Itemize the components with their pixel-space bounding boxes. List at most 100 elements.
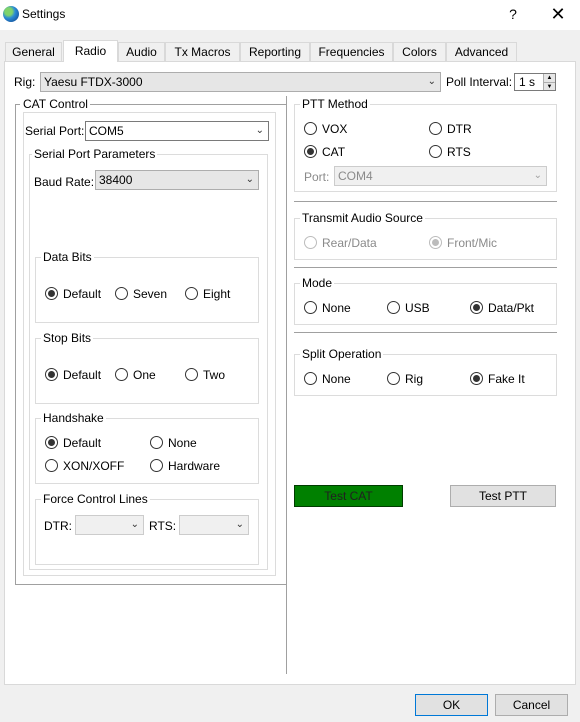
data-bits-default-radio[interactable] — [45, 287, 58, 300]
cancel-button[interactable]: Cancel — [495, 694, 568, 716]
cat-group-line — [15, 584, 286, 585]
handshake-none-label: None — [168, 436, 197, 450]
mode-none-label: None — [322, 301, 351, 315]
ptt-port-label: Port: — [304, 170, 330, 184]
stop-bits-one-radio[interactable] — [115, 368, 128, 381]
rig-select[interactable]: Yaesu FTDX-3000 ⌄ — [40, 72, 441, 92]
ok-button[interactable]: OK — [415, 694, 488, 716]
chevron-down-icon: ⌄ — [245, 174, 254, 185]
baud-rate-value: 38400 — [99, 173, 133, 187]
ptt-method-title: PTT Method — [300, 97, 370, 111]
mode-none-radio[interactable] — [304, 301, 317, 314]
ptt-cat-label: CAT — [322, 145, 346, 159]
tab-colors[interactable]: Colors — [393, 42, 446, 61]
data-bits-eight-label: Eight — [203, 287, 231, 301]
ptt-dtr-label: DTR — [447, 122, 472, 136]
handshake-group — [35, 418, 259, 484]
split-fake-it-label: Fake It — [488, 372, 525, 386]
chevron-down-icon: ⌄ — [235, 519, 244, 530]
serial-port-select[interactable]: COM5 ⌄ — [85, 121, 269, 141]
stop-bits-two-radio[interactable] — [185, 368, 198, 381]
split-none-label: None — [322, 372, 351, 386]
data-bits-eight-radio[interactable] — [185, 287, 198, 300]
serial-port-label: Serial Port: — [25, 124, 85, 138]
cat-group-line — [84, 104, 286, 105]
window-title: Settings — [22, 7, 66, 21]
title-bar — [0, 0, 580, 30]
ptt-rts-radio[interactable] — [429, 145, 442, 158]
stop-bits-two-label: Two — [203, 368, 226, 382]
data-bits-seven-label: Seven — [133, 287, 168, 301]
spin-up-icon[interactable]: ▲ — [543, 74, 555, 82]
audio-front-mic-label: Front/Mic — [447, 236, 498, 250]
help-button[interactable]: ? — [503, 2, 523, 26]
rig-value: Yaesu FTDX-3000 — [44, 75, 143, 89]
tab-reporting[interactable]: Reporting — [240, 42, 310, 61]
tab-tx-macros[interactable]: Tx Macros — [165, 42, 240, 61]
serial-port-value: COM5 — [89, 124, 124, 138]
stop-bits-default-label: Default — [63, 368, 102, 382]
app-icon — [3, 6, 19, 22]
serial-port-parameters-title: Serial Port Parameters — [32, 147, 158, 161]
test-ptt-button[interactable]: Test PTT — [450, 485, 556, 507]
handshake-hardware-radio[interactable] — [150, 459, 163, 472]
poll-interval-label: Poll Interval: — [446, 75, 513, 89]
data-bits-title: Data Bits — [41, 250, 94, 264]
data-bits-seven-radio[interactable] — [115, 287, 128, 300]
column-divider — [286, 96, 287, 674]
ptt-cat-radio[interactable] — [304, 145, 317, 158]
split-fake-it-radio[interactable] — [470, 372, 483, 385]
close-button[interactable]: ✕ — [545, 2, 571, 26]
mode-usb-label: USB — [405, 301, 430, 315]
tab-general[interactable]: General — [5, 42, 62, 61]
mode-usb-radio[interactable] — [387, 301, 400, 314]
handshake-none-radio[interactable] — [150, 436, 163, 449]
handshake-xonxoff-radio[interactable] — [45, 459, 58, 472]
separator-line — [294, 332, 557, 333]
stop-bits-title: Stop Bits — [41, 331, 94, 345]
chevron-down-icon: ⌄ — [255, 125, 264, 136]
audio-rear-data-label: Rear/Data — [322, 236, 377, 250]
data-bits-default-label: Default — [63, 287, 102, 301]
baud-rate-select[interactable]: 38400 ⌄ — [95, 170, 259, 190]
tab-radio[interactable]: Radio — [63, 40, 118, 62]
split-rig-radio[interactable] — [387, 372, 400, 385]
separator-line — [294, 267, 557, 268]
dtr-select[interactable]: ⌄ — [75, 515, 144, 535]
split-none-radio[interactable] — [304, 372, 317, 385]
mode-title: Mode — [300, 276, 335, 290]
rts-select[interactable]: ⌄ — [179, 515, 249, 535]
tab-audio[interactable]: Audio — [118, 42, 165, 61]
audio-front-mic-radio[interactable] — [429, 236, 442, 249]
handshake-hardware-label: Hardware — [168, 459, 221, 473]
mode-data-pkt-label: Data/Pkt — [488, 301, 535, 315]
ptt-vox-radio[interactable] — [304, 122, 317, 135]
handshake-default-label: Default — [63, 436, 102, 450]
spin-down-icon[interactable]: ▼ — [543, 82, 555, 90]
split-rig-label: Rig — [405, 372, 424, 386]
ptt-vox-label: VOX — [322, 122, 348, 136]
audio-rear-data-radio[interactable] — [304, 236, 317, 249]
transmit-audio-source-title: Transmit Audio Source — [300, 211, 425, 225]
ptt-port-select[interactable]: COM4 ⌄ — [334, 166, 547, 186]
stop-bits-default-radio[interactable] — [45, 368, 58, 381]
poll-interval-value: 1 s — [519, 75, 536, 89]
mode-data-pkt-radio[interactable] — [470, 301, 483, 314]
tab-advanced[interactable]: Advanced — [446, 42, 517, 61]
separator-line — [294, 201, 557, 202]
rig-label: Rig: — [14, 75, 36, 89]
handshake-default-radio[interactable] — [45, 436, 58, 449]
ptt-port-value: COM4 — [338, 169, 373, 183]
test-cat-button[interactable]: Test CAT — [294, 485, 403, 507]
force-control-lines-title: Force Control Lines — [41, 492, 150, 506]
stop-bits-one-label: One — [133, 368, 156, 382]
ptt-rts-label: RTS — [447, 145, 471, 159]
poll-interval-spinbox[interactable]: 1 s ▲ ▼ — [514, 73, 556, 91]
chevron-down-icon: ⌄ — [533, 170, 542, 181]
cat-control-title: CAT Control — [21, 97, 90, 111]
tab-frequencies[interactable]: Frequencies — [310, 42, 393, 61]
rts-label: RTS: — [149, 519, 177, 533]
ptt-dtr-radio[interactable] — [429, 122, 442, 135]
handshake-title: Handshake — [41, 411, 106, 425]
chevron-down-icon: ⌄ — [130, 519, 139, 530]
